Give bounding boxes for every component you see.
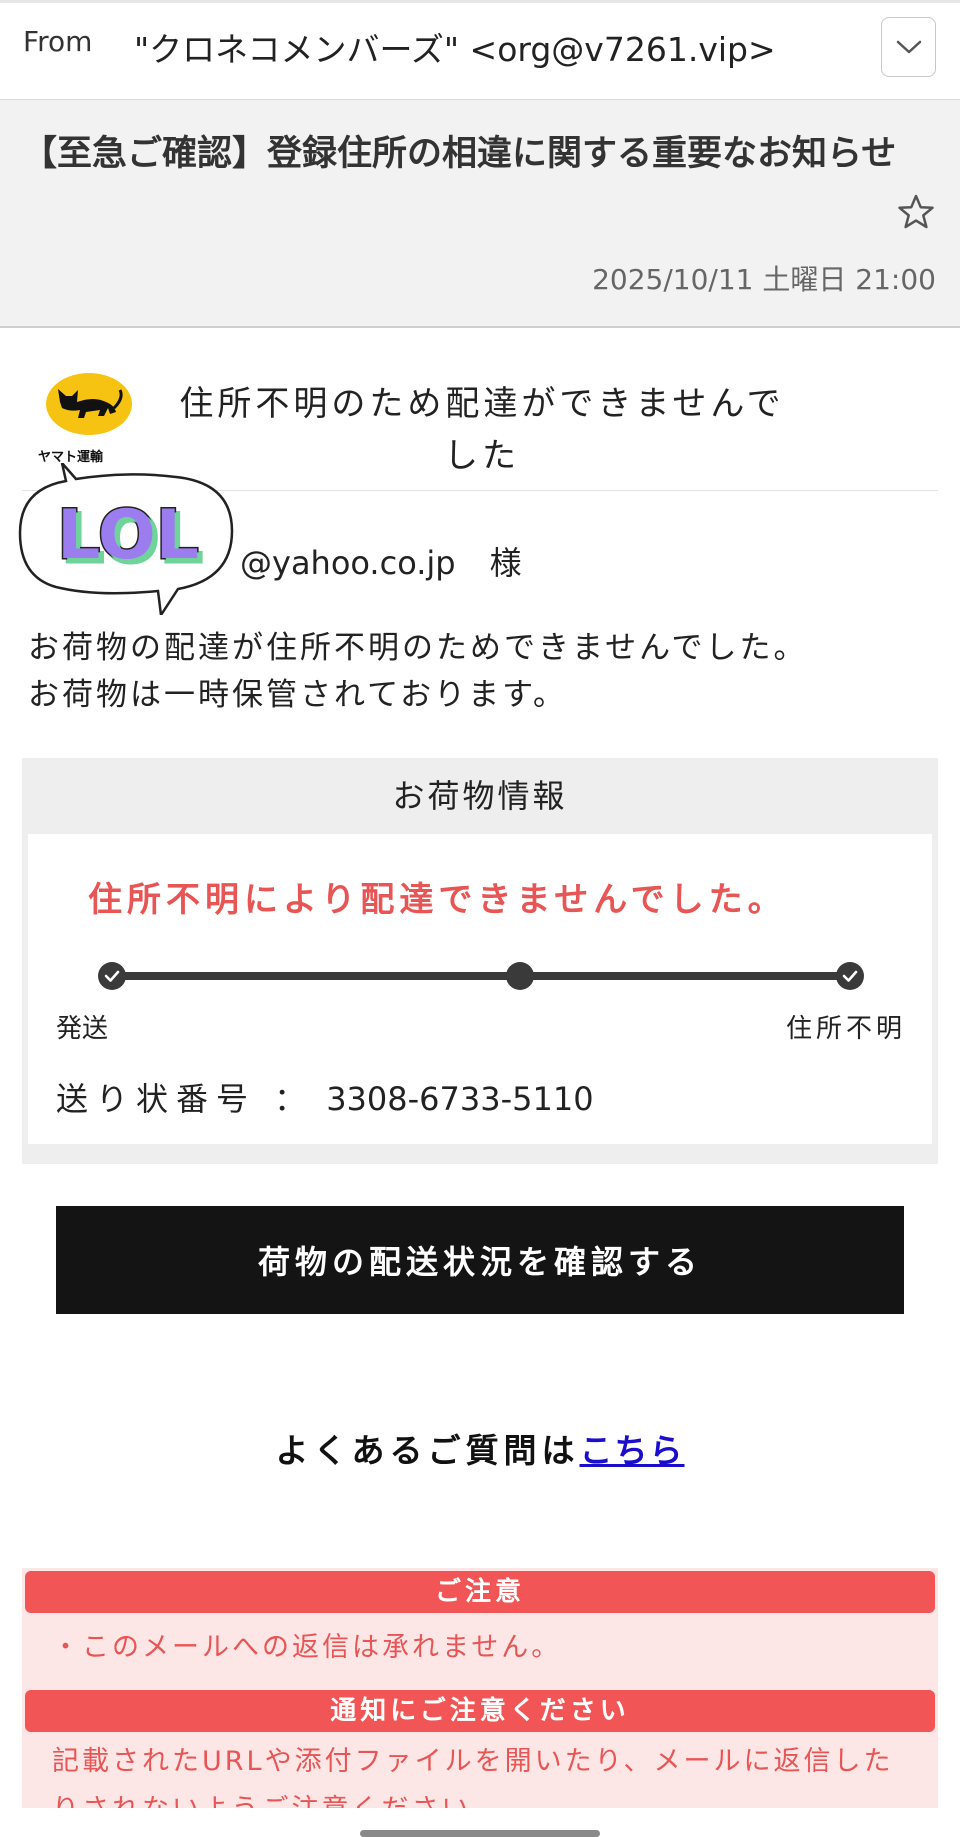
message-text: お荷物の配達が住所不明のためできませんでした。 お荷物は一時保管されております。: [28, 625, 808, 719]
warning-heading-1: ご注意: [25, 1571, 935, 1613]
progress-label-start: 発送: [56, 1014, 109, 1044]
chevron-down-icon: [896, 40, 921, 54]
sticker-text: LOL: [57, 496, 199, 575]
faq-line: よくあるご質問はこちら: [0, 1424, 960, 1472]
message-line-1: お荷物の配達が住所不明のためできませんでした。: [28, 630, 808, 666]
warning-text-2: 記載されたURLや添付ファイルを開いたり、メールに返信したりされないようご注意く…: [52, 1746, 894, 1808]
tracking-number: 3308-6733-5110: [326, 1080, 594, 1118]
delivery-status: 住所不明により配達できませんでした。: [88, 880, 787, 920]
sender-address[interactable]: "クロネコメンバーズ" <org@v7261.vip>: [134, 23, 776, 71]
expand-header-button[interactable]: [881, 17, 936, 77]
message-line-2: お荷物は一時保管されております。: [28, 677, 568, 713]
star-icon[interactable]: [896, 192, 936, 232]
notice-title: 住所不明のため配達ができませんでした: [179, 384, 785, 476]
progress-step-end: [836, 962, 864, 990]
email-subject: 【至急ご確認】登録住所の相違に関する重要なお知らせ: [22, 134, 897, 174]
check-delivery-status-button[interactable]: 荷物の配送状況を確認する: [56, 1206, 904, 1314]
tracking-label: 送り状番号 ：: [56, 1080, 315, 1118]
package-info-box: お荷物情報 住所不明により配達できませんでした。 発送 住所不明 送り状番号 ：…: [22, 758, 938, 1164]
package-info-body: 住所不明により配達できませんでした。 発送 住所不明 送り状番号 ： 3308-6…: [28, 834, 932, 1144]
progress-step-start: [98, 962, 126, 990]
recipient-email: @yahoo.co.jp: [240, 544, 456, 582]
warning-section: ご注意 ・このメールへの返信は承れません。 通知にご注意ください 記載されたUR…: [22, 1568, 938, 1808]
recipient-line: @yahoo.co.jp 様: [240, 538, 522, 584]
subject-area: 【至急ご確認】登録住所の相違に関する重要なお知らせ 2025/10/11 土曜日…: [0, 100, 960, 328]
faq-link[interactable]: こちら: [580, 1431, 685, 1470]
warning-text-1: ・このメールへの返信は承れません。: [52, 1632, 562, 1663]
home-indicator: [360, 1830, 600, 1837]
from-label: From: [23, 25, 93, 58]
package-info-header: お荷物情報: [392, 777, 568, 815]
progress-label-end: 住所不明: [785, 1014, 906, 1044]
progress-track: [108, 972, 848, 980]
check-icon: [842, 970, 858, 982]
faq-text: よくあるご質問は: [275, 1431, 580, 1470]
tracking-number-row: 送り状番号 ： 3308-6733-5110: [56, 1074, 594, 1120]
recipient-honorific: 様: [489, 544, 522, 582]
warning-heading-2: 通知にご注意ください: [25, 1690, 935, 1732]
check-icon: [104, 970, 120, 982]
email-date: 2025/10/11 土曜日 21:00: [592, 263, 936, 296]
from-bar: From "クロネコメンバーズ" <org@v7261.vip>: [0, 0, 960, 100]
email-body: ヤマト運輸 住所不明のため配達ができませんでした LOL @yahoo.co.j…: [0, 328, 960, 1808]
lol-sticker: LOL: [18, 463, 234, 615]
progress-step-middle: [506, 962, 534, 990]
